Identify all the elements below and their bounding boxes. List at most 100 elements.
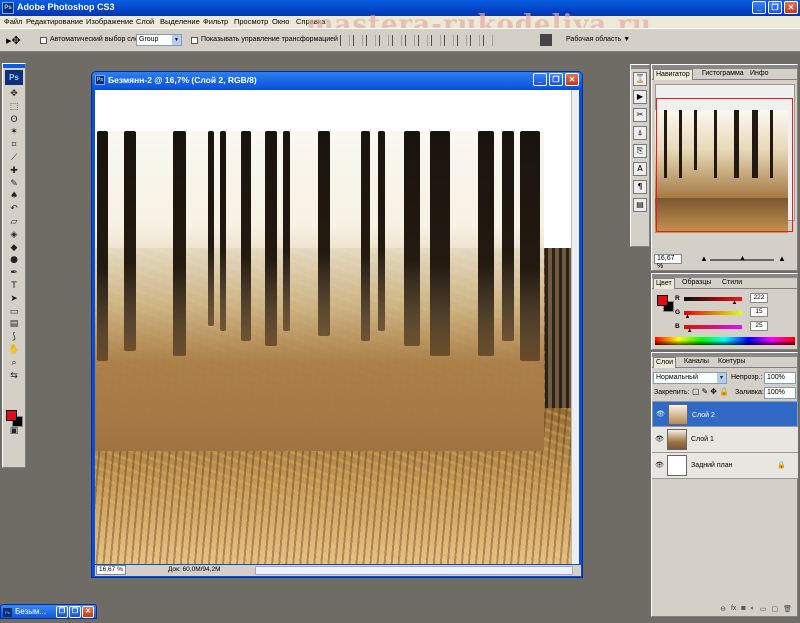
brushes-panel-icon[interactable]: ⍋ <box>633 126 647 140</box>
tab-info[interactable]: Инфо <box>748 69 771 80</box>
workspace-menu[interactable]: Рабочая область ▼ <box>566 36 630 43</box>
auto-select-dropdown[interactable]: Group ▼ <box>136 34 182 46</box>
healing-brush-tool-icon[interactable]: ✚ <box>5 165 23 178</box>
layer-row-background[interactable]: 👁 Задний план 🔒 <box>652 453 798 479</box>
channel-g-slider[interactable] <box>684 311 742 315</box>
tab-styles[interactable]: Стили <box>720 278 744 289</box>
history-brush-tool-icon[interactable]: ↶ <box>5 203 23 216</box>
layer-row-layer-2[interactable]: 👁 Слой 2 <box>652 401 798 427</box>
doc-close-button[interactable]: ✕ <box>565 73 579 86</box>
magic-wand-tool-icon[interactable]: ✶ <box>5 126 23 139</box>
visibility-eye-icon[interactable]: 👁 <box>655 435 664 443</box>
move-tool-preset-icon[interactable]: ▸✥ <box>6 34 28 48</box>
document-canvas[interactable] <box>95 90 573 564</box>
tab-histogram[interactable]: Гистограмма <box>700 69 746 80</box>
mini-maximize-button[interactable]: ❐ <box>69 606 81 618</box>
pen-tool-icon[interactable]: ✒ <box>5 267 23 280</box>
minimized-document[interactable]: Ps Безым... ❐ ❐ ✕ <box>0 604 97 619</box>
layer-comps-icon[interactable]: ▤ <box>633 198 647 212</box>
notes-tool-icon[interactable]: ▤ <box>5 318 23 331</box>
document-horizontal-scrollbar[interactable] <box>255 566 573 575</box>
foreground-color-swatch[interactable] <box>6 410 17 421</box>
zoom-in-icon[interactable]: ▲ <box>778 254 786 263</box>
actions-panel-icon[interactable]: ▶ <box>633 90 647 104</box>
paragraph-panel-icon[interactable]: ¶ <box>633 180 647 194</box>
align-hcenter-icon[interactable] <box>392 35 402 46</box>
dock-header[interactable] <box>631 65 649 69</box>
type-tool-icon[interactable]: T <box>5 280 23 293</box>
channel-r-value[interactable]: 222 <box>750 293 768 303</box>
app-close-button[interactable]: ✕ <box>784 1 798 14</box>
clone-source-icon[interactable]: ⎘ <box>633 144 647 158</box>
channel-b-knob[interactable]: ▲ <box>687 328 693 334</box>
channel-g-value[interactable]: 15 <box>750 307 768 317</box>
blur-tool-icon[interactable]: ◆ <box>5 242 23 255</box>
align-bottom-icon[interactable] <box>366 35 376 46</box>
tab-layers[interactable]: Слои <box>653 357 677 368</box>
distribute-hcenter-icon[interactable] <box>470 35 480 46</box>
align-vcenter-icon[interactable] <box>353 35 363 46</box>
doc-maximize-button[interactable]: ❐ <box>549 73 563 86</box>
zoom-field[interactable]: 16,67 % <box>96 565 126 575</box>
clone-stamp-tool-icon[interactable]: ♠ <box>5 190 23 203</box>
paint-bucket-tool-icon[interactable]: ◈ <box>5 229 23 242</box>
distribute-top-icon[interactable] <box>418 35 428 46</box>
menu-file[interactable]: Файл <box>4 17 22 26</box>
zoom-out-icon[interactable]: ▲ <box>700 254 708 263</box>
menu-select[interactable]: Выделение <box>160 17 200 26</box>
layer-mask-icon[interactable]: ◙ <box>741 605 745 616</box>
slice-tool-icon[interactable]: ⟋ <box>5 152 23 165</box>
brushes-palette-icon[interactable] <box>540 34 552 46</box>
color-spectrum-ramp[interactable] <box>655 337 795 345</box>
doc-size-info[interactable]: Док: 60,0M/94,2M <box>168 566 220 573</box>
channel-g-knob[interactable]: ▲ <box>684 314 690 320</box>
tab-swatches[interactable]: Образцы <box>680 278 713 289</box>
distribute-left-icon[interactable] <box>457 35 467 46</box>
channel-r-knob[interactable]: ▲ <box>731 300 737 306</box>
fill-field[interactable]: 100% <box>764 387 796 399</box>
mini-restore-button[interactable]: ❐ <box>56 606 68 618</box>
document-vertical-scrollbar[interactable] <box>571 90 579 564</box>
tab-channels[interactable]: Каналы <box>682 357 711 368</box>
move-tool-icon[interactable]: ✥ <box>5 88 23 101</box>
new-group-icon[interactable]: ▭ <box>760 605 767 616</box>
align-top-icon[interactable] <box>340 35 350 46</box>
auto-select-checkbox[interactable] <box>40 37 47 44</box>
path-selection-tool-icon[interactable]: ➤ <box>5 293 23 306</box>
tools-palette-header[interactable] <box>3 64 25 68</box>
adjustment-layer-icon[interactable]: ◐ <box>751 605 755 616</box>
tab-paths[interactable]: Контуры <box>716 357 747 368</box>
delete-layer-icon[interactable]: 🗑 <box>783 605 792 616</box>
document-title-bar[interactable]: Ps Безмянн-2 @ 16,7% (Слой 2, RGB/8) _ ❐… <box>92 72 582 88</box>
shape-tool-icon[interactable]: ▭ <box>5 306 23 319</box>
eyedropper-tool-icon[interactable]: ⟆ <box>5 331 23 344</box>
layer-style-icon[interactable]: fx <box>731 605 736 616</box>
blend-mode-dropdown[interactable]: Нормальный ▼ <box>653 372 727 384</box>
channel-b-value[interactable]: 25 <box>750 321 768 331</box>
zoom-tool-icon[interactable]: ⌕ <box>5 357 23 370</box>
zoom-slider-knob-icon[interactable]: ▲ <box>739 255 746 262</box>
navigator-view-box[interactable] <box>656 98 793 232</box>
hand-tool-icon[interactable]: ✋ <box>5 344 23 357</box>
tab-color[interactable]: Цвет <box>653 278 675 289</box>
layer-row-layer-1[interactable]: 👁 Слой 1 <box>652 427 798 453</box>
show-transform-checkbox[interactable] <box>191 37 198 44</box>
distribute-bottom-icon[interactable] <box>444 35 454 46</box>
menu-layer[interactable]: Слой <box>136 17 154 26</box>
screen-mode-icon[interactable]: ▣ <box>5 425 23 438</box>
menu-image[interactable]: Изображение <box>86 17 133 26</box>
tab-navigator[interactable]: Навигатор <box>653 69 693 80</box>
character-panel-icon[interactable]: A <box>633 162 647 176</box>
dodge-tool-icon[interactable]: ● <box>5 254 23 267</box>
visibility-eye-icon[interactable]: 👁 <box>655 461 664 469</box>
app-minimize-button[interactable]: _ <box>752 1 766 14</box>
brush-tool-icon[interactable]: ✎ <box>5 178 23 191</box>
link-layers-icon[interactable]: ⊖ <box>720 605 726 616</box>
menu-view[interactable]: Просмотр <box>234 17 268 26</box>
color-panel-fg-swatch[interactable] <box>657 295 668 306</box>
visibility-eye-icon[interactable]: 👁 <box>656 410 665 420</box>
distribute-vcenter-icon[interactable] <box>431 35 441 46</box>
doc-minimize-button[interactable]: _ <box>533 73 547 86</box>
new-layer-icon[interactable]: ▢ <box>771 605 778 616</box>
menu-edit[interactable]: Редактирование <box>26 17 83 26</box>
